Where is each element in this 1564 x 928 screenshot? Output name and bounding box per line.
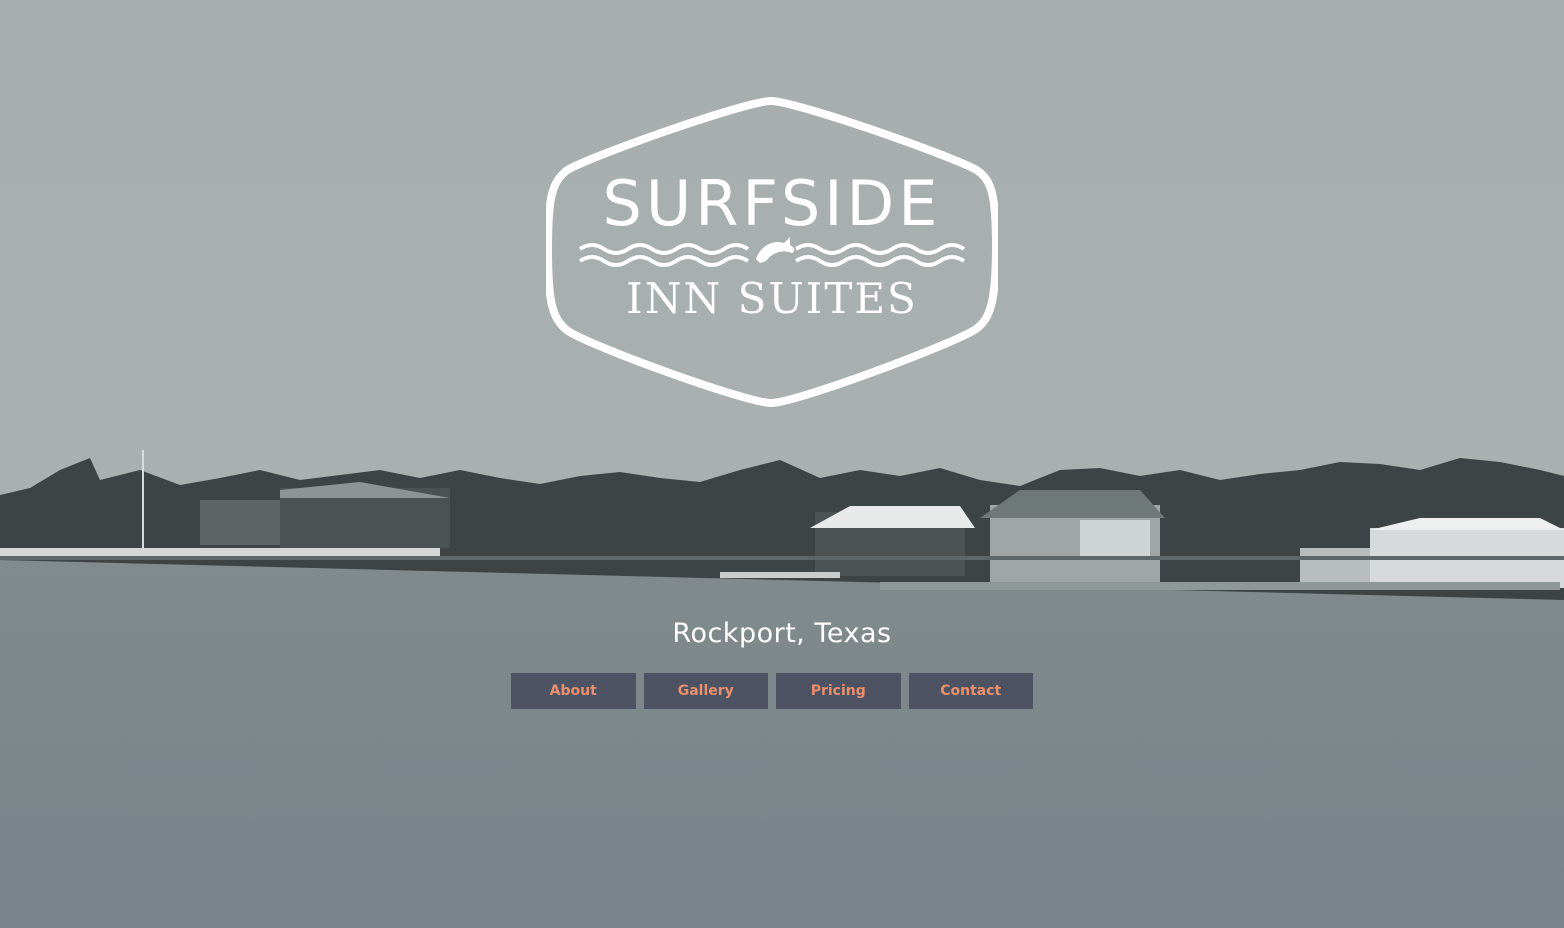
nav-gallery-button[interactable]: Gallery: [643, 673, 768, 709]
logo-title: SURFSIDE: [602, 167, 942, 240]
location-heading: Rockport, Texas: [672, 618, 892, 649]
logo-hexagon-frame: [546, 97, 998, 407]
nav-contact-button[interactable]: Contact: [908, 673, 1033, 709]
nav-pricing-button[interactable]: Pricing: [776, 673, 901, 709]
nav-about-button[interactable]: About: [511, 673, 636, 709]
logo-subtitle: INN SUITES: [626, 274, 918, 323]
brand-logo[interactable]: SURFSIDE INN SUITES: [546, 97, 998, 407]
main-nav: About Gallery Pricing Contact: [511, 673, 1033, 709]
hero-background: SURFSIDE INN SUITES Rockport, Texas Abou…: [0, 0, 1564, 928]
dolphin-icon: [756, 237, 795, 263]
